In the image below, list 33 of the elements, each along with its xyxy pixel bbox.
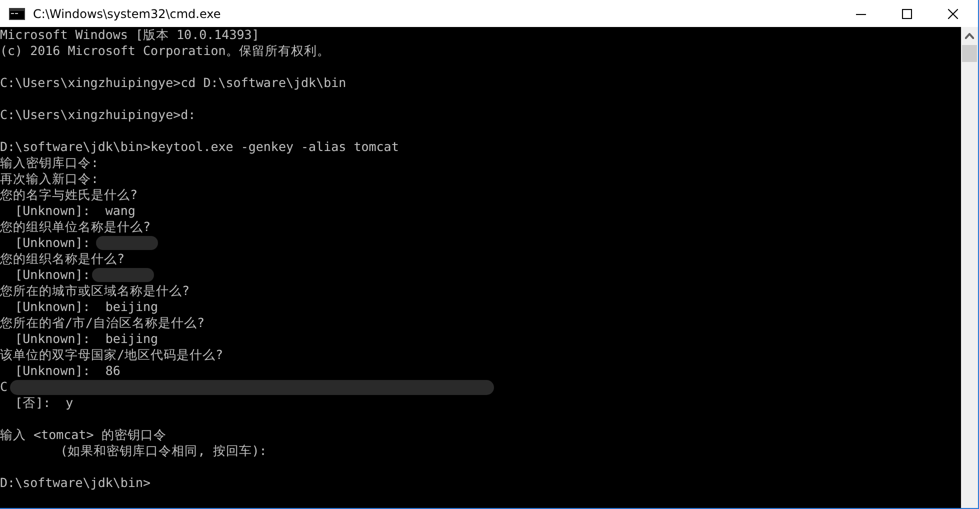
console-line: 您所在的城市或区域名称是什么? — [0, 283, 190, 298]
maximize-icon — [902, 8, 912, 18]
console-line: [Unknown]: beijing — [14, 331, 158, 346]
console-app-icon — [9, 8, 25, 20]
console-line: (c) 2016 Microsoft Corporation。保留所有权利。 — [0, 43, 330, 58]
console-line: D:\software\jdk\bin>keytool.exe -genkey -alias tomcat — [0, 139, 399, 154]
console-line: (如果和密钥库口令相同, 按回车): — [59, 443, 267, 458]
console-line: 再次输入新口令: — [0, 171, 99, 186]
close-icon — [948, 8, 958, 18]
scrollbar[interactable] — [961, 27, 978, 508]
console-line: [否]: y — [14, 395, 74, 410]
console-line: 您的名字与姓氏是什么? — [0, 187, 138, 202]
console-line: Microsoft Windows [版本 10.0.14393] — [0, 27, 260, 42]
console-line: D:\software\jdk\bin> — [0, 475, 151, 490]
console-line: 输入 <tomcat> 的密钥口令 — [0, 427, 166, 442]
console-line: 输入密钥库口令: — [0, 155, 99, 170]
scroll-up-icon[interactable] — [965, 33, 974, 39]
console-line: C — [0, 379, 8, 394]
console-line: [Unknown]: — [14, 235, 90, 250]
console-line: C:\Users\xingzhuipingye>d: — [0, 107, 196, 122]
window-title: C:\Windows\system32\cmd.exe — [33, 6, 222, 20]
console-line: 您所在的省/市/自治区名称是什么? — [0, 315, 205, 330]
redaction-blur — [96, 236, 158, 250]
console-line: 您的组织单位名称是什么? — [0, 219, 151, 234]
console-line: [Unknown]: beijing — [14, 299, 158, 314]
console-line: [Unknown]: 86 — [14, 363, 120, 378]
console-line: [Unknown]: wang — [14, 203, 136, 218]
console-line: [Unknown]: — [14, 267, 90, 282]
console-line: 该单位的双字母国家/地区代码是什么? — [0, 347, 224, 362]
console-line: 您的组织名称是什么? — [0, 251, 125, 266]
redaction-blur — [92, 268, 154, 282]
scroll-thumb[interactable] — [962, 45, 977, 62]
console-line: C:\Users\xingzhuipingye>cd D:\software\jdk\bin — [0, 75, 346, 90]
